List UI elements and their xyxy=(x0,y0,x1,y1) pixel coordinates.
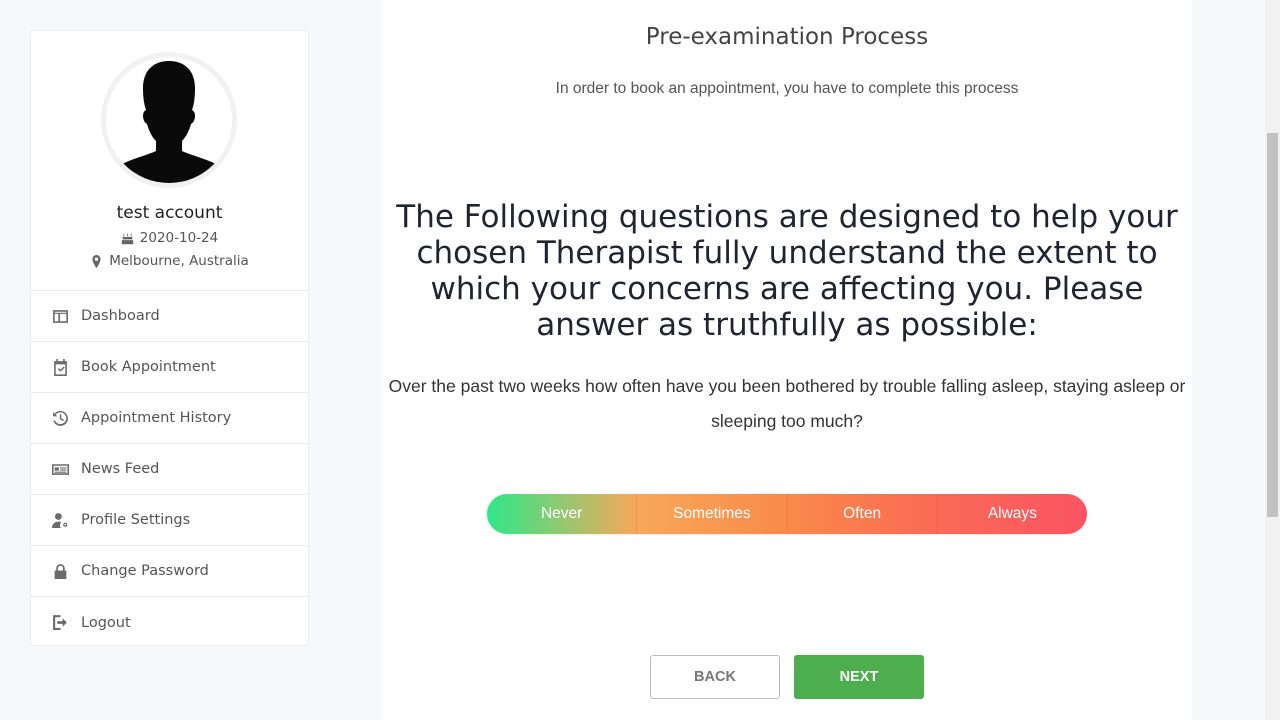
profile-card: test account 2020-10-24 Melbourne, Austr… xyxy=(30,30,309,646)
map-marker-icon xyxy=(92,254,101,268)
page-title: Pre-examination Process xyxy=(645,24,929,50)
sidebar-item-dashboard[interactable]: Dashboard xyxy=(31,291,308,342)
profile-dob-value: 2020-10-24 xyxy=(139,230,219,246)
user-silhouette-icon xyxy=(112,61,226,183)
sidebar-item-news-feed[interactable]: News Feed xyxy=(31,444,308,495)
sidebar-item-label: News Feed xyxy=(81,461,160,477)
history-icon xyxy=(51,409,69,427)
pre-examination-card: Pre-examination Process In order to book… xyxy=(382,0,1192,720)
sidebar-item-label: Change Password xyxy=(81,563,209,579)
scrollbar-thumb[interactable] xyxy=(1267,133,1278,517)
newspaper-icon xyxy=(51,460,69,478)
profile-location-value: Melbourne, Australia xyxy=(109,253,249,269)
lock-icon xyxy=(51,562,69,580)
sidebar-item-label: Appointment History xyxy=(81,410,232,426)
sidebar-item-label: Dashboard xyxy=(81,308,160,324)
birthday-cake-icon xyxy=(121,233,133,244)
profile-location: Melbourne, Australia xyxy=(31,253,308,269)
option-often[interactable]: Often xyxy=(788,494,938,534)
option-never[interactable]: Never xyxy=(487,494,638,534)
option-sometimes[interactable]: Sometimes xyxy=(637,494,788,534)
sidebar-item-logout[interactable]: Logout xyxy=(31,597,308,648)
dashboard-icon xyxy=(51,307,69,325)
user-gear-icon xyxy=(51,511,69,529)
sidebar-item-profile-settings[interactable]: Profile Settings xyxy=(31,495,308,546)
calendar-check-icon xyxy=(51,358,69,376)
intro-text: The Following questions are designed to … xyxy=(396,199,1178,343)
sidebar-item-label: Logout xyxy=(81,614,131,631)
sidebar-item-book-appointment[interactable]: Book Appointment xyxy=(31,342,308,393)
page-subtitle: In order to book an appointment, you hav… xyxy=(555,80,1019,97)
page-scrollbar[interactable] xyxy=(1265,0,1280,720)
frequency-scale: Never Sometimes Often Always xyxy=(487,494,1087,534)
profile-dob: 2020-10-24 xyxy=(31,230,308,246)
back-button[interactable]: BACK xyxy=(650,655,780,699)
sidebar-item-change-password[interactable]: Change Password xyxy=(31,546,308,597)
profile-name: test account xyxy=(116,203,223,223)
logout-icon xyxy=(51,614,69,632)
avatar xyxy=(101,52,237,188)
sidebar-item-label: Profile Settings xyxy=(81,512,191,528)
sidebar-menu: Dashboard Book Appointment Appointment H… xyxy=(31,291,308,648)
profile-header: test account 2020-10-24 Melbourne, Austr… xyxy=(31,31,308,291)
sidebar-item-label: Book Appointment xyxy=(81,359,216,375)
option-always[interactable]: Always xyxy=(938,494,1087,534)
next-button[interactable]: NEXT xyxy=(794,655,924,699)
sidebar-item-appointment-history[interactable]: Appointment History xyxy=(31,393,308,444)
question-text: Over the past two weeks how often have y… xyxy=(388,376,1186,431)
